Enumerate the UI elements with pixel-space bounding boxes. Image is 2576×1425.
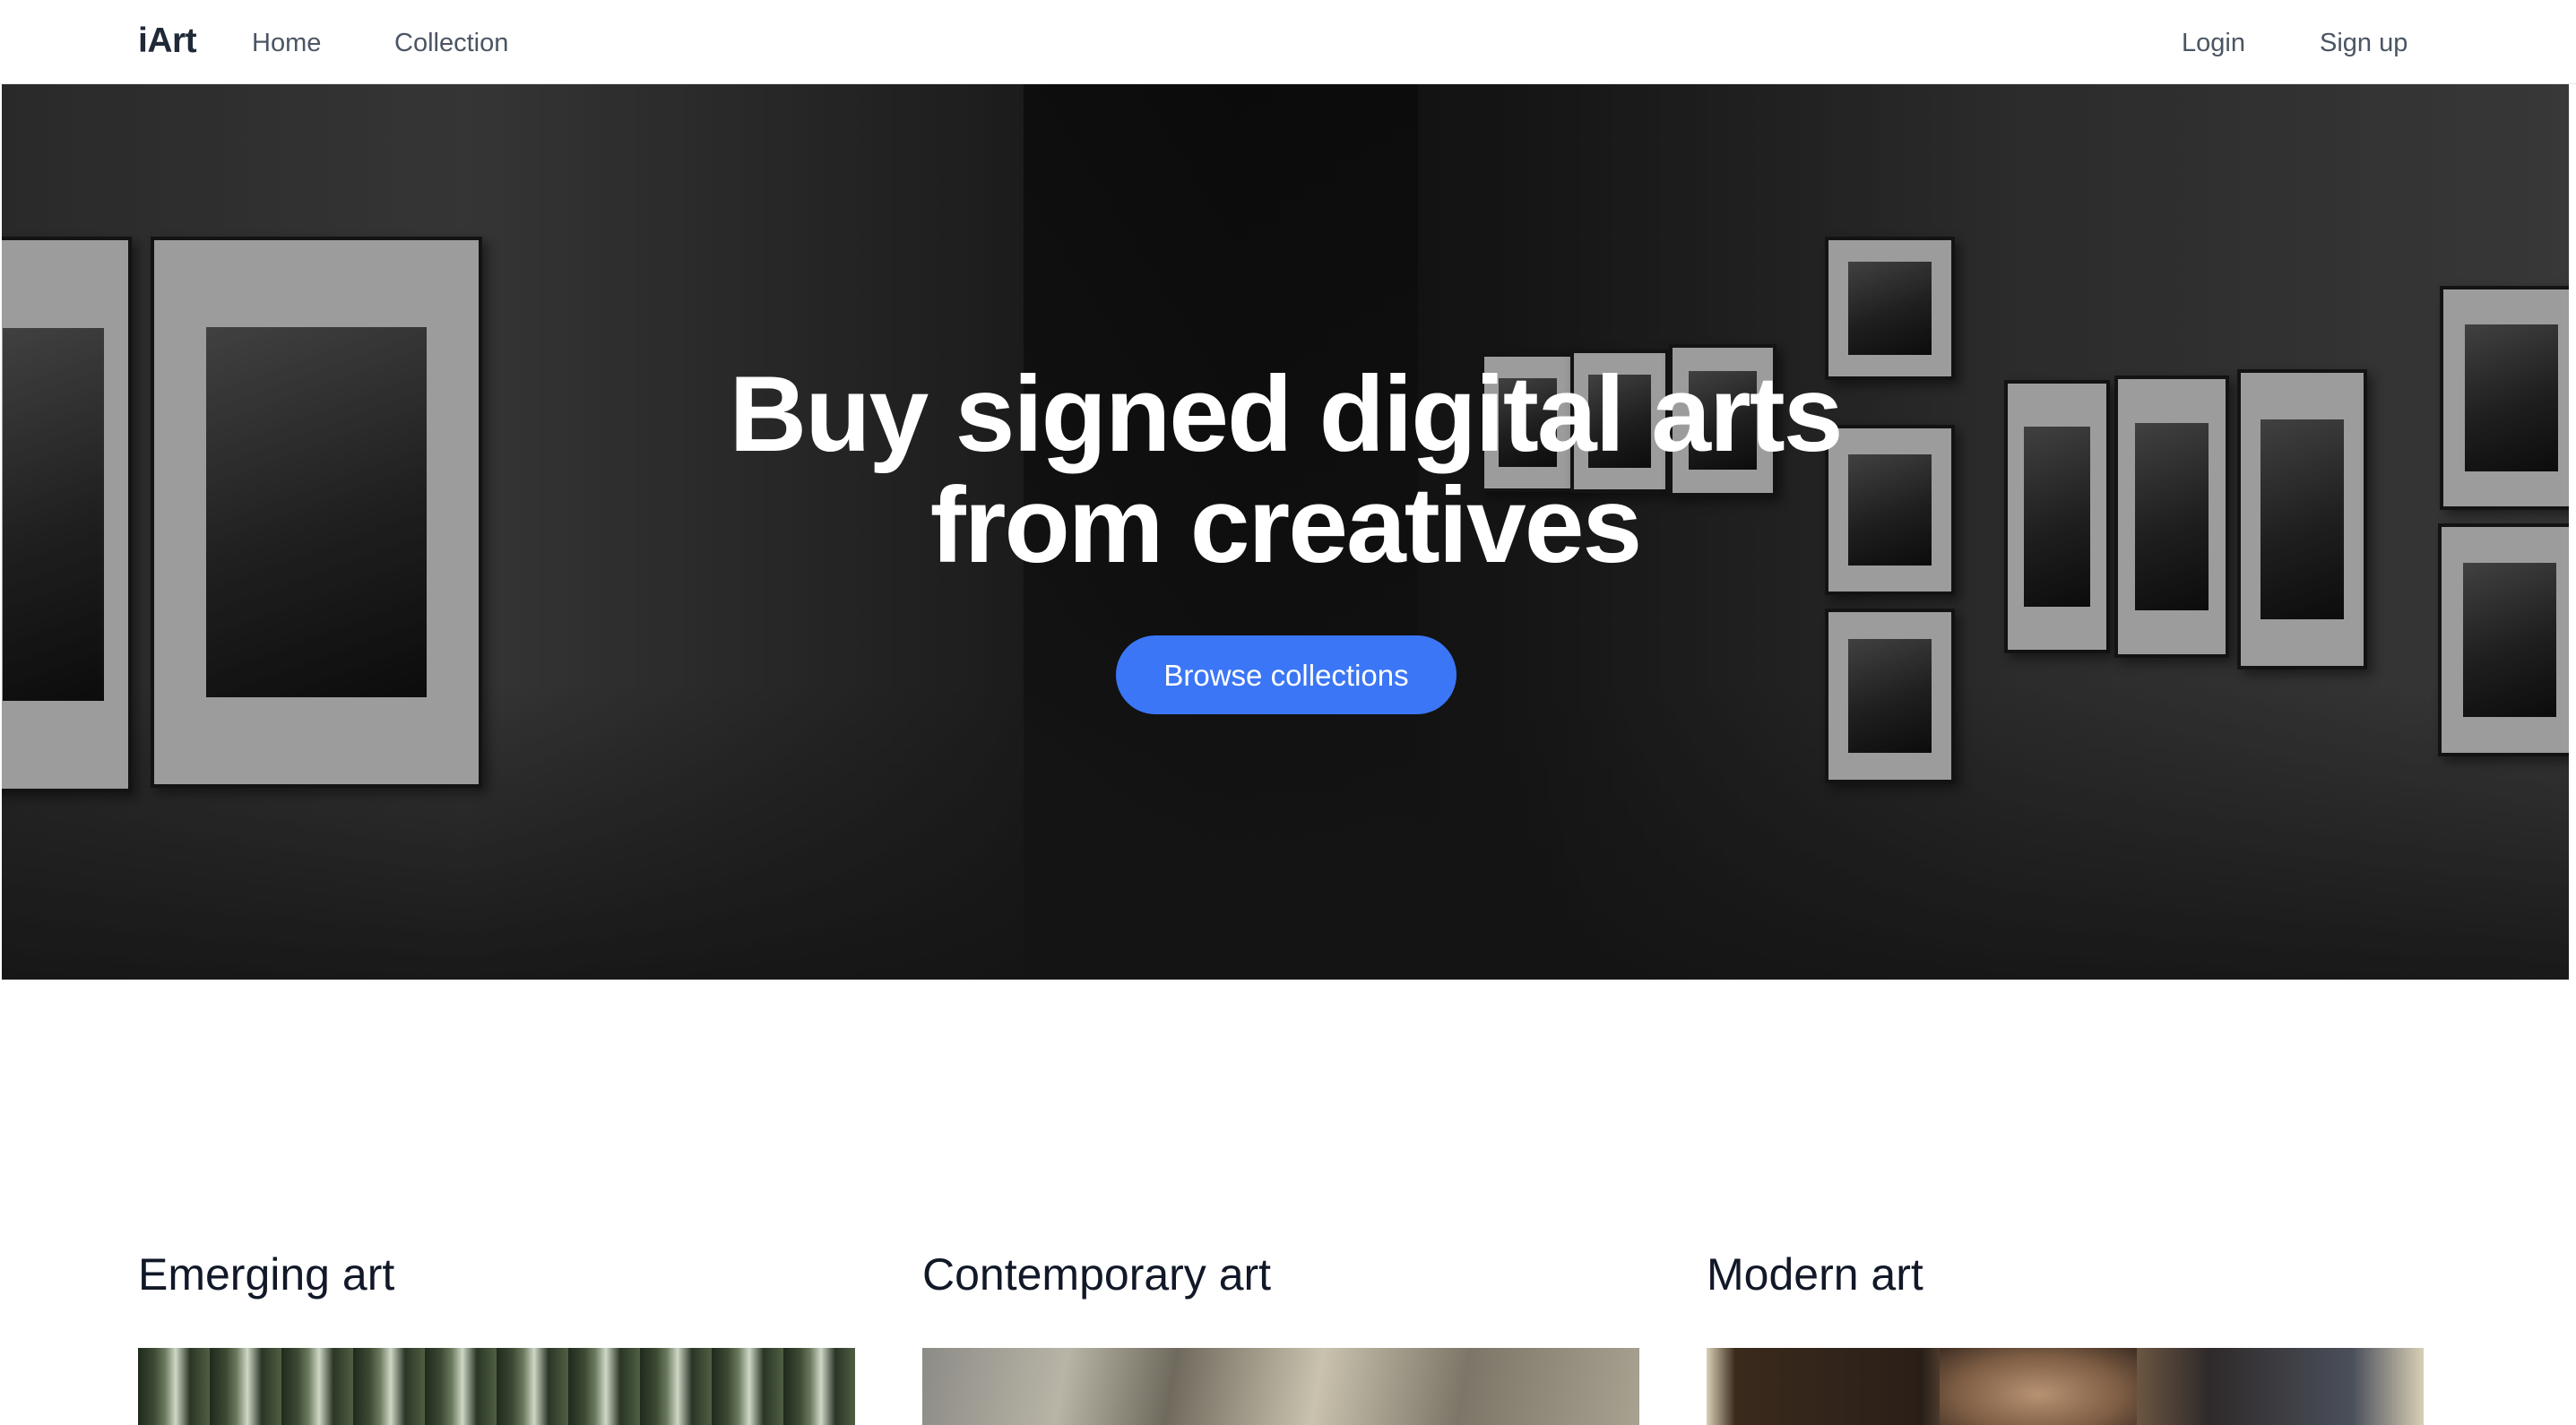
category-title-emerging-art: Emerging art bbox=[138, 1249, 395, 1300]
login-link[interactable]: Login bbox=[2182, 27, 2245, 59]
top-navbar: iArt Home Collection Login Sign up bbox=[0, 0, 2576, 84]
nav-link-home[interactable]: Home bbox=[252, 27, 321, 59]
hero-banner: Buy signed digital arts from creatives B… bbox=[2, 84, 2569, 980]
category-image-contemporary-art[interactable] bbox=[922, 1348, 1639, 1425]
browse-collections-button[interactable]: Browse collections bbox=[1116, 635, 1457, 714]
category-title-modern-art: Modern art bbox=[1707, 1249, 1923, 1300]
hero-title-line-2: from creatives bbox=[929, 465, 1642, 585]
category-image-emerging-art[interactable] bbox=[138, 1348, 855, 1425]
category-title-contemporary-art: Contemporary art bbox=[922, 1249, 1272, 1300]
modern-art-portrait bbox=[1940, 1348, 2137, 1425]
category-image-modern-art[interactable] bbox=[1707, 1348, 2424, 1425]
hero-title: Buy signed digital arts from creatives bbox=[2, 358, 2569, 581]
page: iArt Home Collection Login Sign up Buy s… bbox=[0, 0, 2576, 1425]
hero-title-line-1: Buy signed digital arts bbox=[729, 354, 1844, 474]
signup-link[interactable]: Sign up bbox=[2320, 27, 2407, 59]
nav-link-collection[interactable]: Collection bbox=[394, 27, 508, 59]
brand-logo[interactable]: iArt bbox=[138, 20, 197, 63]
